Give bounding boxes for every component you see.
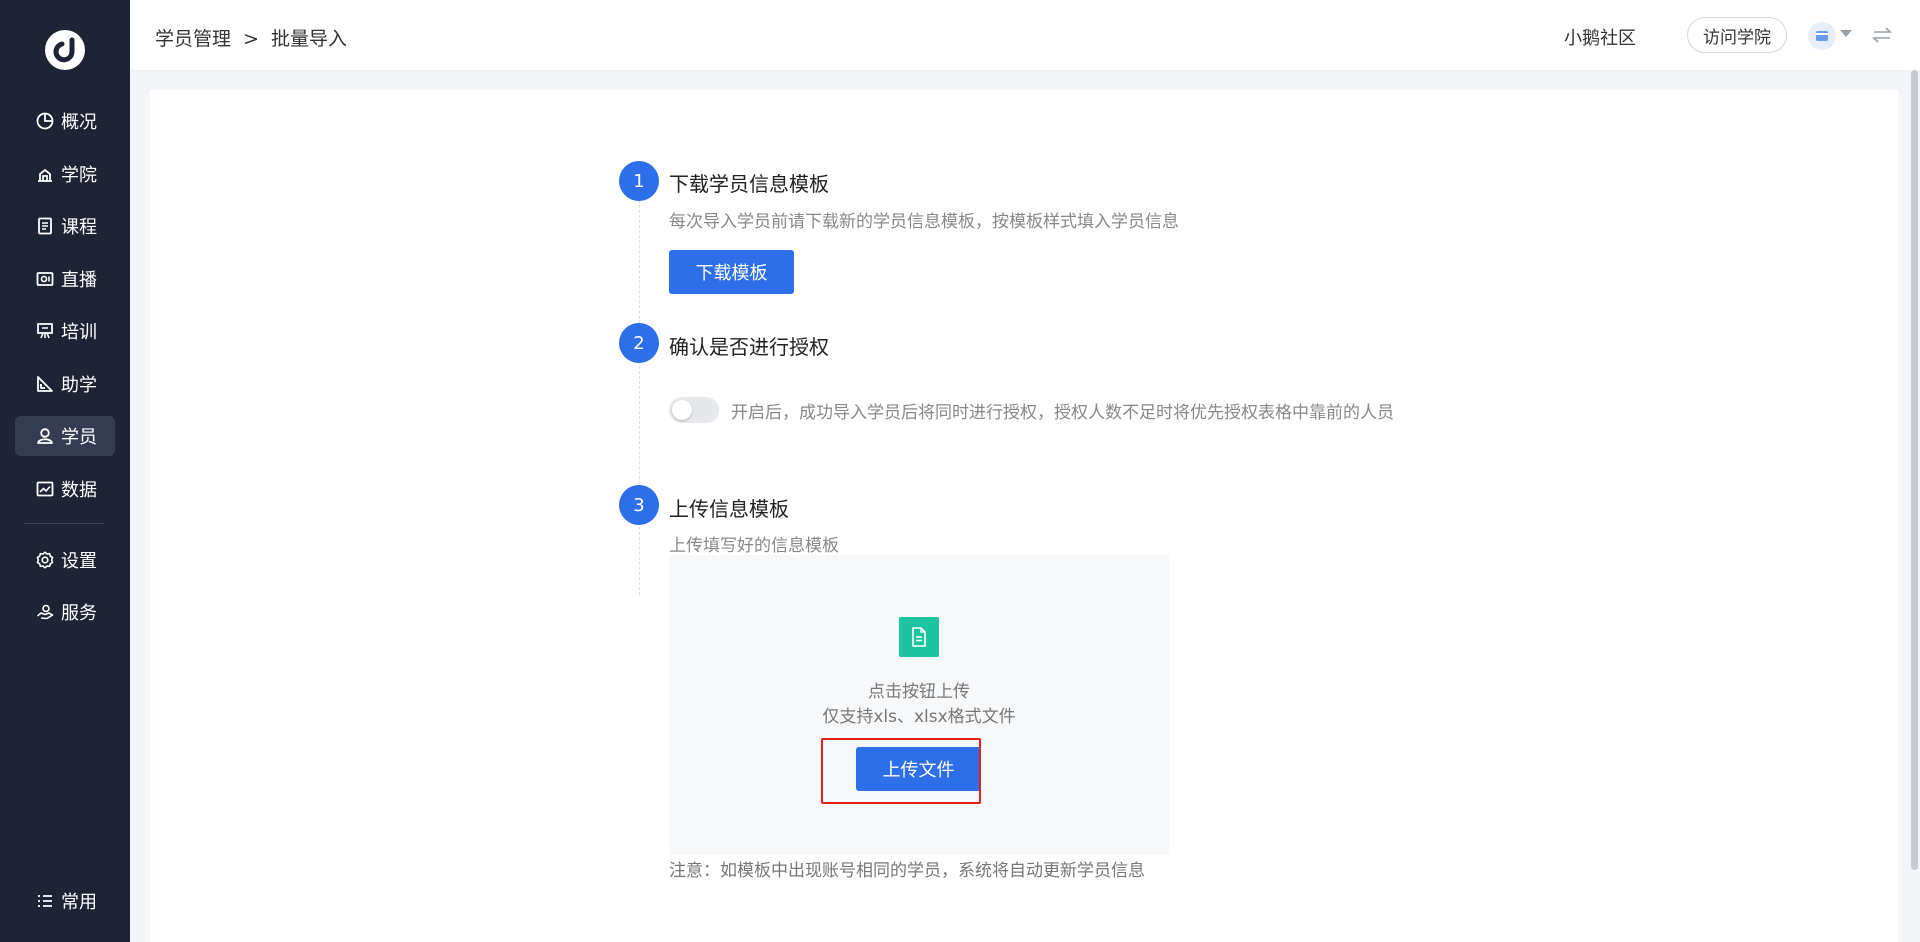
list-icon bbox=[35, 891, 55, 911]
sidebar-item-label: 概况 bbox=[61, 112, 97, 133]
visit-academy-button[interactable]: 访问学院 bbox=[1687, 17, 1787, 53]
breadcrumb-separator: > bbox=[243, 28, 259, 50]
sidebar-item-live[interactable]: 直播 bbox=[15, 259, 115, 299]
student-icon bbox=[35, 426, 55, 446]
course-icon bbox=[35, 216, 55, 236]
sidebar: 概况 学院 课程 直播 培训 助学 学员 数据 设置 服务 常用 bbox=[0, 0, 130, 942]
step-2-number: 2 bbox=[619, 323, 659, 363]
service-icon bbox=[35, 602, 55, 622]
switch-icon[interactable] bbox=[1872, 23, 1892, 47]
sidebar-item-data[interactable]: 数据 bbox=[15, 469, 115, 509]
top-header: 学员管理 > 批量导入 小鹅社区 访问学院 bbox=[130, 0, 1920, 71]
sidebar-item-label: 学员 bbox=[61, 427, 97, 448]
file-icon bbox=[899, 617, 939, 657]
step-connector-line bbox=[639, 200, 640, 595]
sidebar-item-course[interactable]: 课程 bbox=[15, 206, 115, 246]
step-3-number: 3 bbox=[619, 485, 659, 525]
step-2-title: 确认是否进行授权 bbox=[669, 335, 829, 359]
sidebar-item-label: 设置 bbox=[61, 551, 97, 572]
sidebar-item-label: 常用 bbox=[61, 892, 97, 913]
breadcrumb: 学员管理 > 批量导入 bbox=[155, 24, 353, 51]
upload-hint-click: 点击按钮上传 bbox=[868, 682, 970, 702]
sidebar-item-label: 课程 bbox=[61, 217, 97, 238]
sidebar-divider bbox=[24, 523, 104, 524]
sidebar-item-academy[interactable]: 学院 bbox=[15, 154, 115, 194]
breadcrumb-item-student-management[interactable]: 学员管理 bbox=[155, 28, 231, 50]
step-3-title: 上传信息模板 bbox=[669, 497, 789, 521]
training-icon bbox=[35, 321, 55, 341]
sidebar-item-training[interactable]: 培训 bbox=[15, 311, 115, 351]
page-scrollbar[interactable] bbox=[1909, 70, 1920, 942]
toggle-knob bbox=[672, 400, 692, 420]
shop-icon[interactable] bbox=[1808, 22, 1836, 50]
assist-icon bbox=[35, 374, 55, 394]
sidebar-item-label: 助学 bbox=[61, 375, 97, 396]
sidebar-item-label: 服务 bbox=[61, 603, 97, 624]
sidebar-item-student[interactable]: 学员 bbox=[15, 416, 115, 456]
upload-hint-formats: 仅支持xls、xlsx格式文件 bbox=[822, 707, 1016, 727]
step-3-description: 上传填写好的信息模板 bbox=[669, 536, 839, 556]
breadcrumb-item-batch-import: 批量导入 bbox=[271, 28, 348, 50]
upload-area: 点击按钮上传 仅支持xls、xlsx格式文件 bbox=[669, 555, 1169, 855]
step-1-description: 每次导入学员前请下载新的学员信息模板，按模板样式填入学员信息 bbox=[669, 212, 1179, 232]
sidebar-item-label: 数据 bbox=[61, 480, 97, 501]
authorize-toggle-description: 开启后，成功导入学员后将同时进行授权，授权人数不足时将优先授权表格中靠前的人员 bbox=[731, 403, 1394, 423]
sidebar-item-label: 培训 bbox=[61, 322, 97, 343]
download-template-button[interactable]: 下载模板 bbox=[669, 250, 794, 294]
authorize-toggle[interactable] bbox=[669, 397, 719, 423]
academy-icon bbox=[35, 164, 55, 184]
sidebar-item-overview[interactable]: 概况 bbox=[15, 101, 115, 141]
sidebar-item-label: 学院 bbox=[61, 165, 97, 186]
import-note: 注意：如模板中出现账号相同的学员，系统将自动更新学员信息 bbox=[669, 861, 1145, 881]
sidebar-item-assist[interactable]: 助学 bbox=[15, 364, 115, 404]
upload-button-highlight bbox=[821, 738, 981, 804]
caret-down-icon[interactable] bbox=[1840, 30, 1852, 38]
dashboard-icon bbox=[35, 111, 55, 131]
settings-icon bbox=[35, 550, 55, 570]
scrollbar-thumb[interactable] bbox=[1911, 70, 1918, 870]
sidebar-item-common[interactable]: 常用 bbox=[15, 881, 115, 921]
community-link[interactable]: 小鹅社区 bbox=[1564, 24, 1636, 50]
data-icon bbox=[35, 479, 55, 499]
sidebar-item-label: 直播 bbox=[61, 270, 97, 291]
sidebar-item-service[interactable]: 服务 bbox=[15, 592, 115, 632]
step-1-title: 下载学员信息模板 bbox=[669, 172, 829, 196]
live-icon bbox=[35, 269, 55, 289]
sidebar-item-settings[interactable]: 设置 bbox=[15, 540, 115, 580]
step-1-number: 1 bbox=[619, 161, 659, 201]
logo-icon[interactable] bbox=[45, 30, 85, 70]
